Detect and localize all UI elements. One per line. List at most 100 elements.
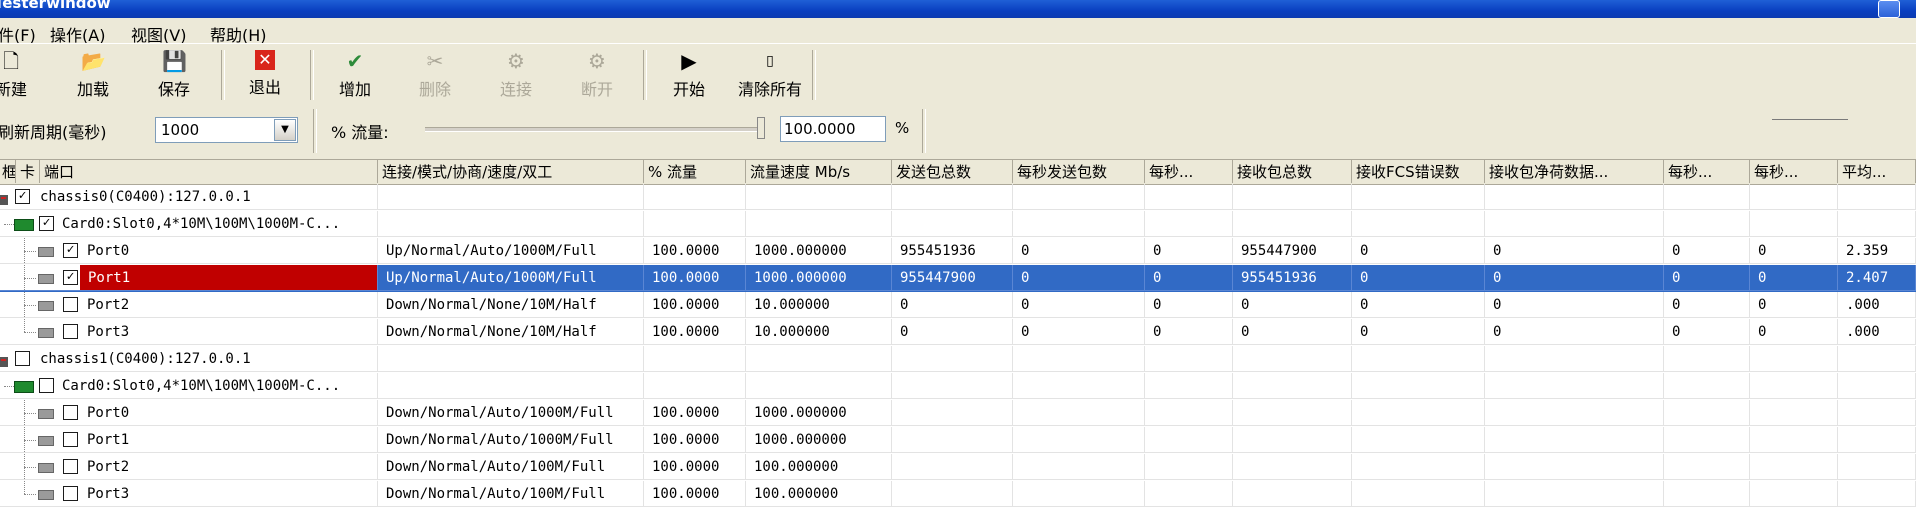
load-button[interactable]: 📂 加载	[60, 48, 126, 102]
port-tx-cell: 955447900	[892, 265, 1013, 291]
port-c13-cell	[1750, 481, 1838, 507]
port-c13-cell	[1750, 400, 1838, 426]
start-button[interactable]: ▶ 开始	[656, 48, 722, 102]
connect-button[interactable]: ⚙ 连接	[483, 48, 549, 102]
column-header[interactable]: % 流量	[644, 160, 746, 183]
column-header[interactable]: 平均...	[1838, 160, 1916, 183]
control-separator	[313, 109, 317, 153]
column-header[interactable]: 框	[0, 160, 16, 183]
card-row[interactable]: ✓ Card0:Slot0,4*10M\100M\1000M-C...	[0, 211, 1916, 238]
column-header[interactable]: 每秒...	[1750, 160, 1838, 183]
play-icon: ▶	[681, 49, 697, 73]
port-label: Port3	[87, 324, 130, 340]
chassis-row[interactable]: ✓ chassis0(C0400):127.0.0.1	[0, 184, 1916, 211]
minimize-button[interactable]	[1878, 0, 1900, 18]
grid-cell	[1664, 373, 1750, 399]
traffic-slider-thumb[interactable]	[757, 117, 765, 139]
tree-connector	[24, 494, 36, 495]
port-checkbox[interactable]: ✓	[63, 270, 78, 285]
column-header[interactable]: 流量速度 Mb/s	[746, 160, 892, 183]
grid-cell	[892, 346, 1013, 372]
column-header[interactable]: 每秒...	[1145, 160, 1233, 183]
chassis-checkbox[interactable]	[15, 351, 30, 366]
refresh-period-combo[interactable]: 1000 ▼	[155, 117, 298, 143]
port-avg-cell	[1838, 481, 1916, 507]
tree-cell: chassis1(C0400):127.0.0.1	[0, 346, 378, 372]
port-c12-cell: 0	[1664, 265, 1750, 291]
disconnect-button[interactable]: ⚙ 断开	[564, 48, 630, 102]
port-checkbox[interactable]	[63, 432, 78, 447]
port-c8-cell: 0	[1145, 319, 1233, 345]
port-row[interactable]: Port1 Down/Normal/Auto/1000M/Full 100.0000…	[0, 427, 1916, 454]
status-line	[1772, 119, 1848, 120]
grid-cell	[644, 184, 746, 210]
grid-cell	[892, 211, 1013, 237]
title-bar: Testerwindow	[0, 0, 1916, 18]
delete-button[interactable]: ✂ 删除	[402, 48, 468, 102]
port-speed-cell: 100.000000	[746, 481, 892, 507]
column-header[interactable]: 端口	[40, 160, 378, 183]
grid-cell	[1838, 211, 1916, 237]
port-row[interactable]: ✓ Port0 Up/Normal/Auto/1000M/Full 100.0000 1…	[0, 238, 1916, 265]
column-header[interactable]: 发送包总数	[892, 160, 1013, 183]
port-txps-cell: 0	[1013, 265, 1145, 291]
card-row[interactable]: Card0:Slot0,4*10M\100M\1000M-C...	[0, 373, 1916, 400]
tree-connector	[4, 386, 14, 387]
port-checkbox[interactable]	[63, 486, 78, 501]
grid-cell	[1013, 373, 1145, 399]
port-checkbox[interactable]	[63, 324, 78, 339]
save-button[interactable]: 💾 保存	[141, 48, 207, 102]
column-header[interactable]: 接收FCS错误数	[1352, 160, 1485, 183]
port-row[interactable]: Port0 Down/Normal/Auto/1000M/Full 100.0000…	[0, 400, 1916, 427]
new-file-icon: 🗋	[2, 49, 20, 73]
port-row[interactable]: Port3 Down/Normal/Auto/100M/Full 100.0000 1…	[0, 481, 1916, 508]
port-row[interactable]: Port2 Down/Normal/None/10M/Half 100.0000 10…	[0, 292, 1916, 319]
start-label: 开始	[672, 80, 705, 99]
port-rx-cell: 955451936	[1233, 265, 1352, 291]
port-row[interactable]: Port2 Down/Normal/Auto/100M/Full 100.0000 1…	[0, 454, 1916, 481]
tree-cell: Port1	[0, 427, 378, 453]
new-button[interactable]: 🗋 新建	[0, 48, 44, 102]
port-rx-cell	[1233, 454, 1352, 480]
chevron-down-icon[interactable]: ▼	[274, 119, 296, 141]
grid-cell	[746, 373, 892, 399]
port-speed-cell: 1000.000000	[746, 238, 892, 264]
column-header[interactable]: 卡	[16, 160, 40, 183]
grid-cell	[1485, 346, 1664, 372]
grid-cell	[378, 373, 644, 399]
column-header[interactable]: 接收包净荷数据...	[1485, 160, 1664, 183]
chassis-checkbox[interactable]: ✓	[15, 189, 30, 204]
grid-cell	[378, 211, 644, 237]
grid-cell	[1145, 373, 1233, 399]
traffic-slider-track[interactable]	[425, 127, 760, 132]
column-header[interactable]: 接收包总数	[1233, 160, 1352, 183]
port-c12-cell	[1664, 481, 1750, 507]
tree-connector	[4, 224, 14, 225]
grid-cell	[1145, 211, 1233, 237]
port-checkbox[interactable]	[63, 405, 78, 420]
grid-cell	[1145, 184, 1233, 210]
column-header[interactable]: 每秒发送包数	[1013, 160, 1145, 183]
port-row[interactable]: ✓ Port1 Up/Normal/Auto/1000M/Full 100.0000 1…	[0, 265, 1916, 292]
column-header[interactable]: 连接/模式/协商/速度/双工	[378, 160, 644, 183]
port-fcs-cell	[1352, 427, 1485, 453]
port-link-cell: Down/Normal/Auto/100M/Full	[378, 481, 644, 507]
exit-button[interactable]: ✕ 退出	[232, 48, 298, 102]
grid-cell	[1750, 184, 1838, 210]
port-c13-cell: 0	[1750, 292, 1838, 318]
port-row[interactable]: Port3 Down/Normal/None/10M/Half 100.0000 10…	[0, 319, 1916, 346]
card-checkbox[interactable]	[39, 378, 54, 393]
add-button[interactable]: ✔ 增加	[322, 48, 388, 102]
clear-all-button[interactable]: ▯ 清除所有	[737, 48, 803, 102]
card-label: Card0:Slot0,4*10M\100M\1000M-C...	[62, 378, 341, 394]
grid-cell	[378, 184, 644, 210]
port-checkbox[interactable]: ✓	[63, 243, 78, 258]
port-c8-cell	[1145, 400, 1233, 426]
port-checkbox[interactable]	[63, 459, 78, 474]
column-header[interactable]: 每秒...	[1664, 160, 1750, 183]
grid-cell	[1750, 346, 1838, 372]
port-checkbox[interactable]	[63, 297, 78, 312]
chassis-row[interactable]: chassis1(C0400):127.0.0.1	[0, 346, 1916, 373]
card-checkbox[interactable]: ✓	[39, 216, 54, 231]
traffic-value-input[interactable]: 100.0000	[780, 116, 886, 142]
